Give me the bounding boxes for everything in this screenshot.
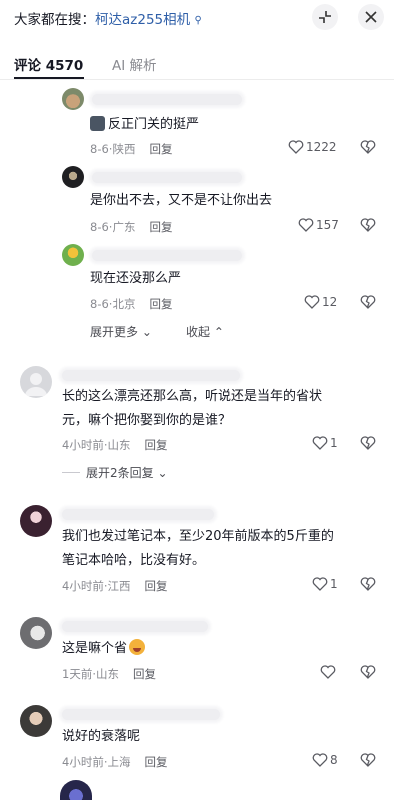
header-bar: 大家都在搜：柯达az255相机 ⚲ xyxy=(0,0,394,40)
heart-icon xyxy=(312,577,328,591)
reply-button[interactable]: 回复 xyxy=(144,438,167,452)
like-count: 1222 xyxy=(306,140,337,154)
active-tab-indicator xyxy=(14,77,84,79)
avatar[interactable] xyxy=(62,244,84,266)
like-button[interactable]: 12 xyxy=(304,294,337,310)
dislike-icon[interactable] xyxy=(360,664,376,680)
username-blurred xyxy=(62,621,208,632)
collapse-arrows-button[interactable] xyxy=(312,4,338,30)
username-blurred xyxy=(62,509,214,520)
reply-button[interactable]: 回复 xyxy=(149,142,172,156)
reply-button[interactable]: 回复 xyxy=(144,579,167,593)
timestamp-location: 8-6·北京 xyxy=(90,297,136,311)
comment-text-line1: 我们也发过笔记本，至少20年前版本的5斤重的 xyxy=(62,529,334,544)
timestamp-location: 1天前·山东 xyxy=(62,667,119,681)
heart-icon xyxy=(298,218,314,232)
comment-text: 说好的衰落呢 xyxy=(62,729,141,744)
username-blurred xyxy=(92,172,242,183)
avatar[interactable] xyxy=(20,505,52,537)
search-prefix: 大家都在搜： xyxy=(14,12,95,28)
dislike-icon[interactable] xyxy=(360,435,376,451)
avatar[interactable] xyxy=(20,366,52,398)
comment-text-line1: 长的这么漂亮还那么高，听说还是当年的省状 xyxy=(62,389,323,404)
comment-text: 这是嘛个省 xyxy=(62,641,128,656)
reply-button[interactable]: 回复 xyxy=(144,755,167,769)
chevron-down-icon: ⌄ xyxy=(153,466,168,480)
avatar[interactable] xyxy=(20,705,52,737)
reply-button[interactable]: 回复 xyxy=(133,667,156,681)
expand-replies-button[interactable]: 展开2条回复 ⌄ xyxy=(62,464,168,481)
tab-comments[interactable]: 评论 4570 xyxy=(14,54,83,74)
dislike-icon[interactable] xyxy=(360,139,376,155)
avatar[interactable] xyxy=(62,88,84,110)
avatar[interactable] xyxy=(60,780,92,800)
like-button[interactable]: 8 xyxy=(312,752,338,768)
like-count: 8 xyxy=(330,753,338,767)
default-avatar-icon xyxy=(25,373,47,396)
username-blurred xyxy=(62,709,220,720)
close-button[interactable] xyxy=(358,4,384,30)
heart-icon xyxy=(288,140,304,154)
collapse-replies[interactable]: 收起 ⌃ xyxy=(186,323,224,340)
profile-icon xyxy=(90,116,105,131)
collapse-arrows-icon xyxy=(319,11,331,23)
close-icon xyxy=(365,11,377,23)
comment-tabs: 评论 4570 AI 解析 xyxy=(0,44,394,80)
reply-text: 现在还没那么严 xyxy=(90,271,182,286)
timestamp-location: 4小时前·江西 xyxy=(62,579,131,593)
username-blurred xyxy=(92,94,242,105)
dislike-icon[interactable] xyxy=(360,217,376,233)
reply-button[interactable]: 回复 xyxy=(149,220,172,234)
magnifier-icon: ⚲ xyxy=(194,15,202,26)
timestamp-location: 4小时前·山东 xyxy=(62,438,131,452)
like-count: 1 xyxy=(330,436,338,450)
dislike-icon[interactable] xyxy=(360,752,376,768)
reply-button[interactable]: 回复 xyxy=(149,297,172,311)
like-button[interactable] xyxy=(320,664,338,680)
heart-icon xyxy=(312,753,328,767)
timestamp-location: 8-6·陕西 xyxy=(90,142,136,156)
like-button[interactable]: 157 xyxy=(298,217,339,233)
chevron-down-icon: ⌄ xyxy=(138,325,152,339)
heart-icon xyxy=(320,665,336,679)
tab-ai-analysis[interactable]: AI 解析 xyxy=(112,54,157,74)
heart-icon xyxy=(304,295,320,309)
dislike-icon[interactable] xyxy=(360,576,376,592)
username-blurred xyxy=(92,250,242,261)
like-button[interactable]: 1 xyxy=(312,576,338,592)
like-count: 157 xyxy=(316,218,339,232)
heart-icon xyxy=(312,436,328,450)
reply-text: 反正门关的挺严 xyxy=(108,117,200,132)
divider xyxy=(62,472,80,473)
like-button[interactable]: 1 xyxy=(312,435,338,451)
like-count: 12 xyxy=(322,295,338,309)
dislike-icon[interactable] xyxy=(360,294,376,310)
laughing-crying-emoji-icon xyxy=(129,639,146,655)
avatar[interactable] xyxy=(62,166,84,188)
timestamp-location: 8-6·广东 xyxy=(90,220,136,234)
like-count: 1 xyxy=(330,577,338,591)
like-button[interactable]: 1222 xyxy=(288,139,337,155)
username-blurred xyxy=(62,370,240,381)
chevron-up-icon: ⌃ xyxy=(210,325,224,339)
expand-more-replies[interactable]: 展开更多 ⌄ xyxy=(90,323,152,340)
comment-text-line2: 笔记本哈哈，比没有好。 xyxy=(62,553,206,568)
search-keyword-link[interactable]: 柯达az255相机 xyxy=(95,12,190,28)
timestamp-location: 4小时前·上海 xyxy=(62,755,131,769)
comment-text-line2: 元，嘛个把你娶到你的是谁？ xyxy=(62,413,232,428)
reply-text: 是你出不去，又不是不让你出去 xyxy=(90,193,273,208)
search-suggestion[interactable]: 大家都在搜：柯达az255相机 ⚲ xyxy=(14,8,202,28)
avatar[interactable] xyxy=(20,617,52,649)
